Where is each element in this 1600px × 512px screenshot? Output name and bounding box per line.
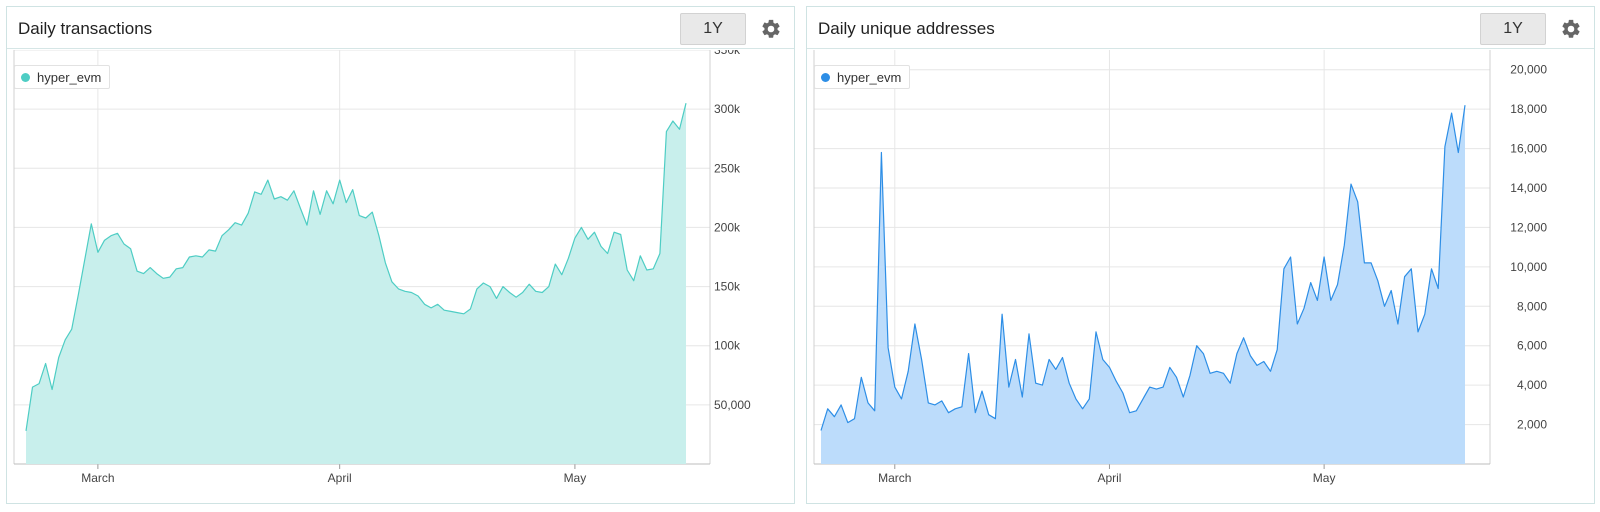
series-area-hyper-evm xyxy=(821,105,1465,464)
y-tick-label: 20,000 xyxy=(1510,63,1547,77)
y-tick-label: 16,000 xyxy=(1510,142,1547,156)
y-tick-label: 4,000 xyxy=(1517,378,1547,392)
y-tick-label: 100k xyxy=(714,339,741,353)
y-tick-label: 14,000 xyxy=(1510,181,1547,195)
panel-title: Daily transactions xyxy=(18,19,153,38)
y-tick-label: 12,000 xyxy=(1510,220,1547,234)
x-tick-label: April xyxy=(328,471,352,485)
transactions-chart: 50,000 100k 150k 200k 250k 300k 350k March April… xyxy=(13,50,751,485)
y-tick-label: 250k xyxy=(714,161,741,175)
y-tick-label: 18,000 xyxy=(1510,102,1547,116)
unique-addresses-chart: 2,000 4,000 6,000 8,000 10,000 12,000 14,000 16… xyxy=(813,50,1547,485)
gear-icon[interactable] xyxy=(1560,18,1582,40)
y-tick-label: 150k xyxy=(714,280,741,294)
x-tick-label: May xyxy=(1313,471,1336,485)
y-tick-label: 6,000 xyxy=(1517,339,1547,353)
y-tick-label: 50,000 xyxy=(714,398,751,412)
gear-icon[interactable] xyxy=(760,18,782,40)
legend-dot-icon xyxy=(21,72,30,82)
range-1y-button[interactable]: 1Y xyxy=(1480,13,1546,45)
y-tick-label: 200k xyxy=(714,220,741,234)
x-tick-label: March xyxy=(81,471,114,485)
x-tick-label: May xyxy=(564,471,587,485)
y-tick-label: 8,000 xyxy=(1517,299,1547,313)
x-tick-label: March xyxy=(878,471,911,485)
series-area-hyper-evm xyxy=(26,103,686,464)
y-tick-label: 350k xyxy=(714,50,741,57)
legend-label: hyper_evm xyxy=(37,69,102,85)
y-tick-label: 2,000 xyxy=(1517,418,1547,432)
panel-header: Daily transactions 1Y xyxy=(7,7,794,49)
legend[interactable]: hyper_evm xyxy=(814,65,911,89)
chart-panel-daily-unique-addresses: Daily unique addresses 1Y 2,000 4,000 6,00… xyxy=(806,6,1595,504)
y-tick-label: 300k xyxy=(714,102,741,116)
legend-label: hyper_evm xyxy=(837,69,902,85)
y-tick-label: 10,000 xyxy=(1510,260,1547,274)
legend-dot-icon xyxy=(821,72,830,82)
range-1y-button[interactable]: 1Y xyxy=(680,13,746,45)
chart-panel-daily-transactions: Daily transactions 1Y 50,000 100k 150k 200k… xyxy=(6,6,795,504)
panel-title: Daily unique addresses xyxy=(818,19,995,38)
legend[interactable]: hyper_evm xyxy=(14,65,111,89)
panel-header: Daily unique addresses 1Y xyxy=(807,7,1594,49)
x-tick-label: April xyxy=(1097,471,1121,485)
